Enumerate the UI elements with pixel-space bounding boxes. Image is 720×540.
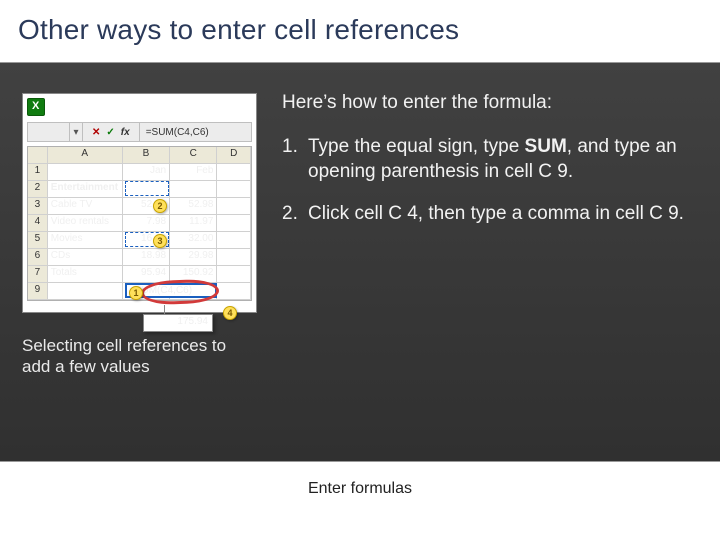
step-number: 2. (282, 202, 308, 226)
select-all-corner (28, 147, 48, 164)
col-header: D (217, 147, 251, 164)
excel-app-icon (27, 98, 45, 116)
formula-bar-buttons: ✕ ✓ fx (83, 123, 140, 141)
table-row: 6 CDs 18.98 29.98 (28, 249, 251, 266)
row-header: 6 (28, 249, 48, 266)
step-text-part: Click cell C 4, then type a comma in cel… (308, 203, 684, 224)
footer-text: Enter formulas (308, 480, 412, 498)
cell (48, 283, 123, 300)
cell (217, 198, 251, 215)
slide-footer: Enter formulas (0, 462, 720, 540)
table-row: 4 Video rentals 7.98 11.97 (28, 215, 251, 232)
cell: 95.94 (123, 266, 170, 283)
step-text-bold: SUM (525, 136, 567, 157)
cell (217, 181, 251, 198)
formula-bar: ▾ ✕ ✓ fx =SUM(C4,C6) (27, 122, 252, 142)
step-2: 2. Click cell C 4, then type a comma in … (282, 202, 688, 226)
cell (217, 232, 251, 249)
row-header: 4 (28, 215, 48, 232)
formula-bar-text: =SUM(C4,C6) (140, 127, 209, 138)
cell (217, 215, 251, 232)
cell: 11.97 (170, 215, 217, 232)
step-1: 1. Type the equal sign, type SUM, and ty… (282, 135, 688, 184)
instruction-column: Here’s how to enter the formula: 1. Type… (282, 91, 688, 244)
cell: 150.92 (170, 266, 217, 283)
enter-icon: ✓ (106, 127, 114, 138)
cell: 32.00 (170, 232, 217, 249)
cancel-icon: ✕ (92, 127, 100, 138)
slide-title: Other ways to enter cell references (0, 0, 720, 56)
col-header: A (48, 147, 123, 164)
cell (123, 181, 170, 198)
row-header: 3 (28, 198, 48, 215)
callout-badge-1: 1 (129, 286, 143, 300)
value-callout: 175.94 (143, 314, 213, 332)
name-box-dropdown-icon: ▾ (70, 123, 83, 141)
cell: Entertainment (48, 181, 123, 198)
cell: 52.98 (170, 198, 217, 215)
name-box (28, 123, 70, 141)
cell (48, 164, 123, 181)
cell (217, 164, 251, 181)
step-number: 1. (282, 135, 308, 184)
table-row: 3 Cable TV 52.98 52.98 (28, 198, 251, 215)
table-row: 2 Entertainment (28, 181, 251, 198)
callout-badge-3: 3 (153, 234, 167, 248)
row-header: 5 (28, 232, 48, 249)
fx-icon: fx (121, 127, 130, 138)
excel-window: ▾ ✕ ✓ fx =SUM(C4,C6) A B C D (23, 94, 256, 312)
col-header: B (123, 147, 170, 164)
row-header: 7 (28, 266, 48, 283)
intro-text: Here’s how to enter the formula: (282, 91, 688, 115)
row-header: 1 (28, 164, 48, 181)
slide-body: ▾ ✕ ✓ fx =SUM(C4,C6) A B C D (0, 62, 720, 462)
cell: Video rentals (48, 215, 123, 232)
cell: Cable TV (48, 198, 123, 215)
callout-badge-4: 4 (223, 306, 237, 320)
cell: 18.98 (123, 249, 170, 266)
col-header: C (170, 147, 217, 164)
table-row: 1 Jan Feb (28, 164, 251, 181)
row-header: 2 (28, 181, 48, 198)
cell: Totals (48, 266, 123, 283)
cell: CDs (48, 249, 123, 266)
excel-screenshot: ▾ ✕ ✓ fx =SUM(C4,C6) A B C D (22, 93, 257, 313)
cell: 29.98 (170, 249, 217, 266)
callout-badge-2: 2 (153, 199, 167, 213)
step-text-part: Type the equal sign, type (308, 136, 525, 157)
cell (217, 266, 251, 283)
row-header: 9 (28, 283, 48, 300)
cell (170, 181, 217, 198)
cell (217, 283, 251, 300)
spreadsheet-grid: A B C D 1 Jan Feb 2 Entertainment (27, 146, 252, 301)
slide: Other ways to enter cell references ▾ ✕ … (0, 0, 720, 540)
cell: Movies (48, 232, 123, 249)
column-header-row: A B C D (28, 147, 251, 164)
cell: Jan (123, 164, 170, 181)
table-row: 7 Totals 95.94 150.92 (28, 266, 251, 283)
figure-caption: Selecting cell references to add a few v… (22, 335, 257, 378)
cell: Feb (170, 164, 217, 181)
step-text: Click cell C 4, then type a comma in cel… (308, 202, 688, 226)
table-row: 5 Movies 16.00 32.00 (28, 232, 251, 249)
cell (217, 249, 251, 266)
step-text: Type the equal sign, type SUM, and type … (308, 135, 688, 184)
cell: 7.98 (123, 215, 170, 232)
